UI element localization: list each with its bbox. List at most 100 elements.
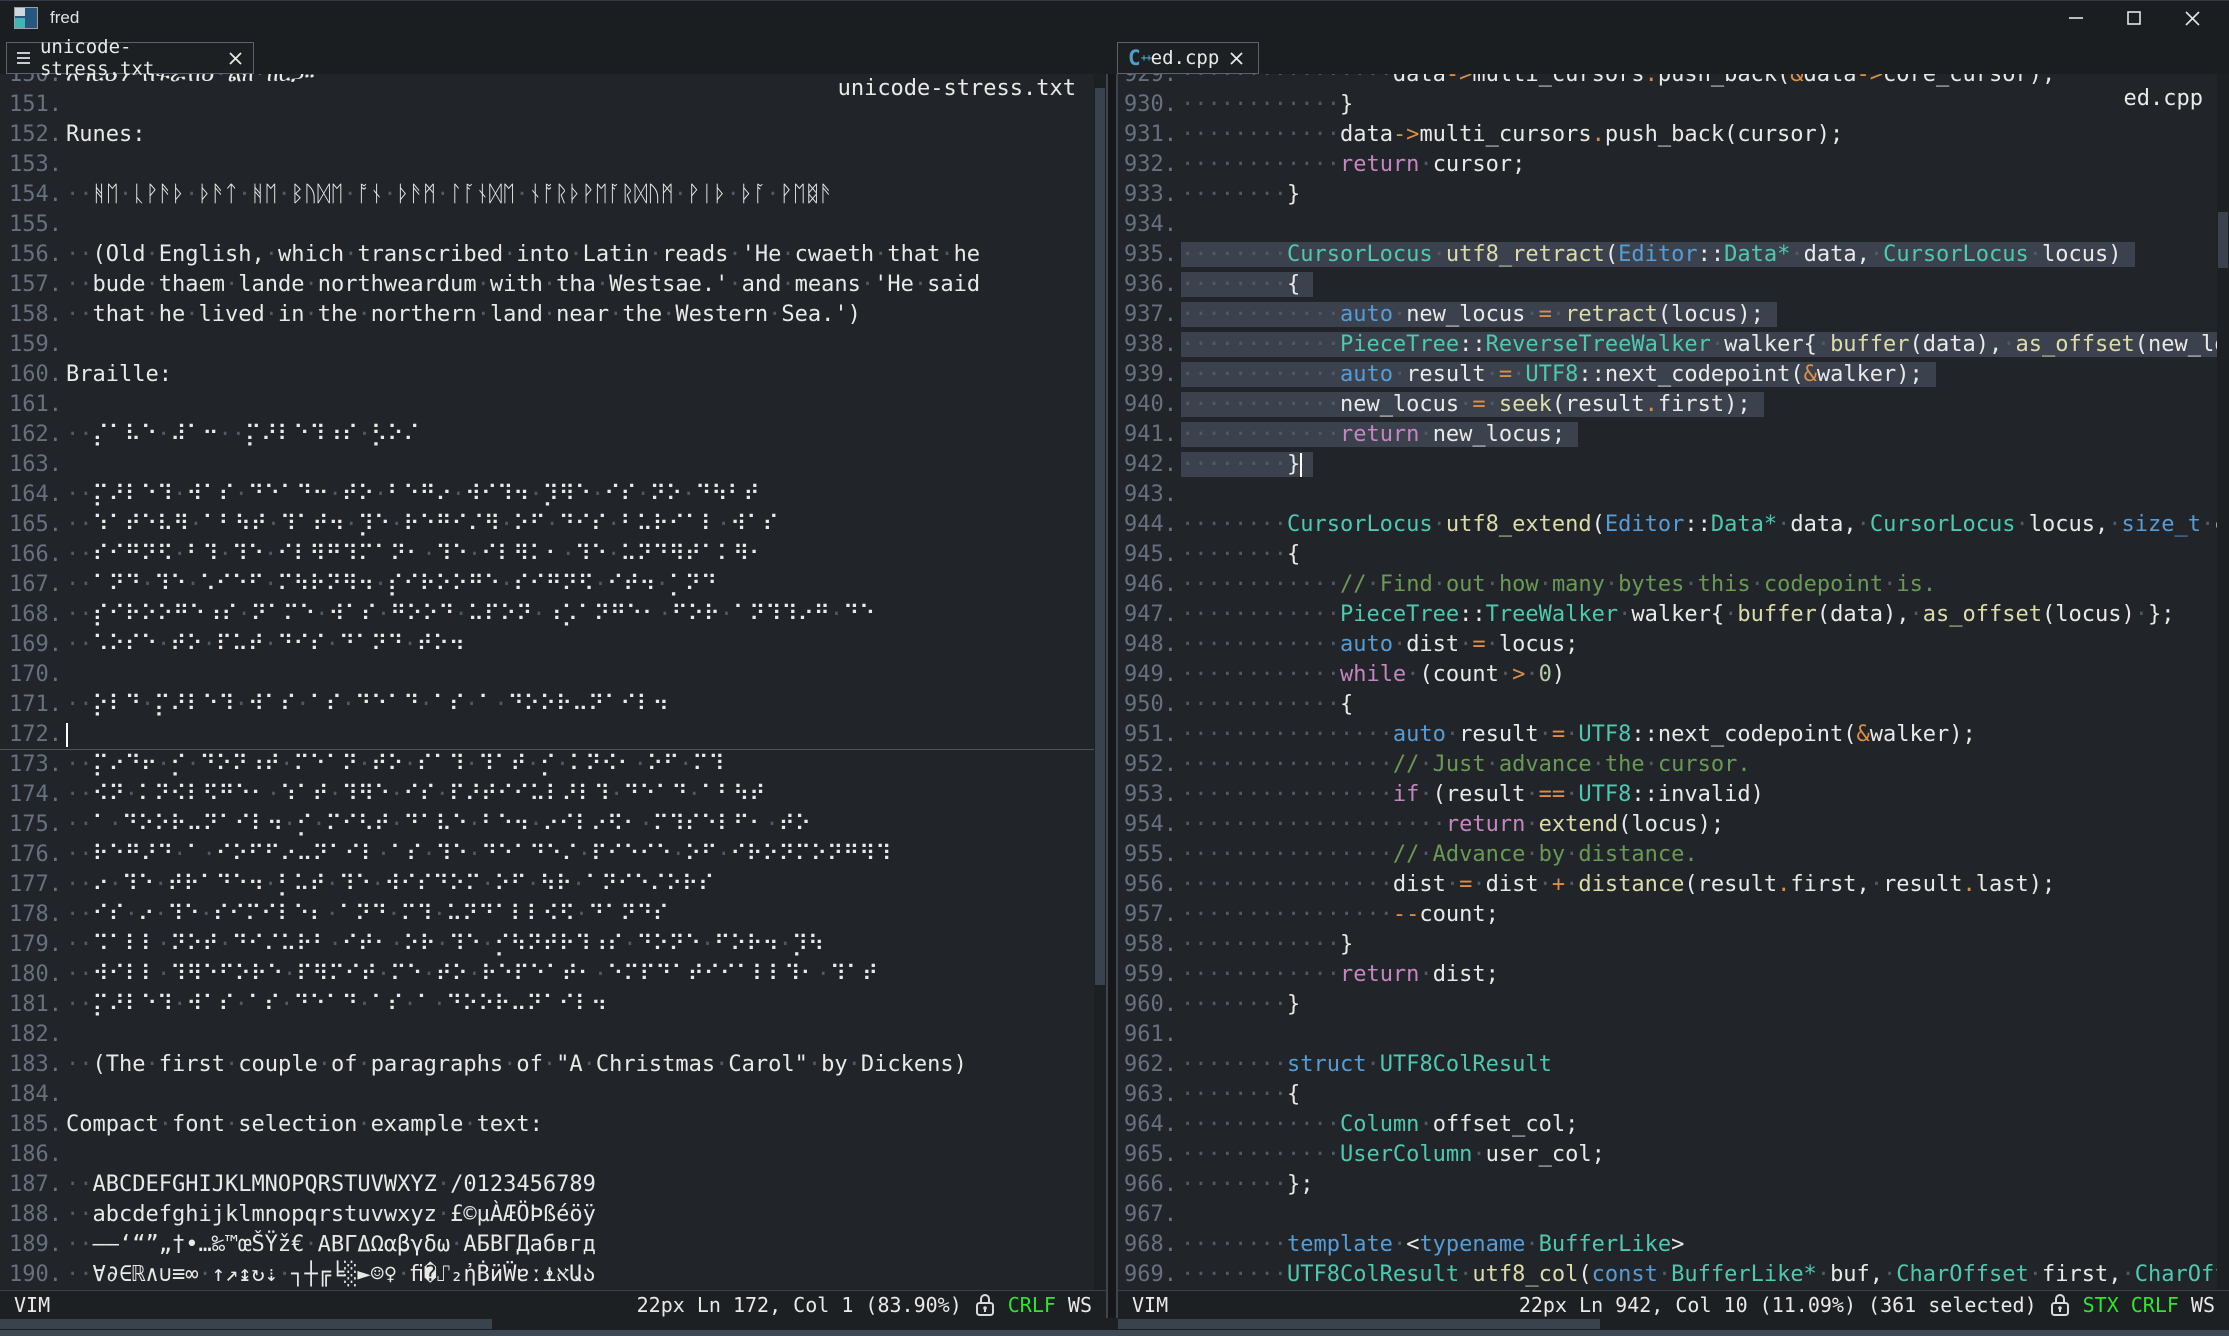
code-line[interactable]: 952.················//·Just·advance·the·… [1118,750,2217,780]
code-line[interactable]: 958.············} [1118,930,2217,960]
code-line[interactable]: 945.········{ [1118,540,2217,570]
code-line[interactable]: 182. [0,1020,1094,1050]
code-line[interactable]: 164.··⡍⠜⠇⠑⠹·⠺⠁⠎·⠙⠑⠁⠙⠒·⠞⠕·⠃⠑⠛⠔·⠺⠊⠹⠲·⡹⠻⠑·⠊… [0,480,1094,510]
code-line[interactable]: 964.············Column·offset_col; [1118,1110,2217,1140]
code-line[interactable]: 948.············auto·dist·=·locus; [1118,630,2217,660]
code-line[interactable]: 930.············} [1118,90,2217,120]
code-line[interactable]: 167.··⠁⠝⠙·⠹⠑·⠡⠊⠑⠋·⠍⠳⠗⠝⠻⠲·⡎⠊⠗⠕⠕⠛⠑·⠎⠊⠛⠝⠫·⠊… [0,570,1094,600]
code-line[interactable]: 172. [0,720,1094,750]
code-line[interactable]: 190.··∀∂∈ℝ∧∪≡∞·↑↗↨↻⇣·┐┼╔╘░►☺♀·ﬁ�⑀₂ἠḂӥẄɐː… [0,1260,1094,1290]
code-line[interactable]: 947.············PieceTree::TreeWalker·wa… [1118,600,2217,630]
code-line[interactable]: 174.··⠪⠝·⠅⠝⠪⠇⠫⠛⠑⠂·⠱⠁⠞·⠹⠻⠑·⠊⠎·⠏⠜⠞⠊⠊⠥⠇⠜⠇⠹·… [0,780,1094,810]
code-line[interactable]: 941.············return·new_locus; [1118,420,2217,450]
right-vertical-scrollbar[interactable] [2217,74,2229,1290]
code-line[interactable]: 176.··⠗⠑⠛⠜⠙·⠁·⠊⠕⠋⠋⠔⠤⠝⠁⠊⠇·⠁⠎·⠹⠑·⠙⠑⠁⠙⠑⠌·⠏⠊… [0,840,1094,870]
code-line[interactable]: 163. [0,450,1094,480]
left-vertical-scrollbar[interactable] [1094,74,1106,1290]
code-line[interactable]: 183.··(The·first·couple·of·paragraphs·of… [0,1050,1094,1080]
code-line[interactable]: 152.Runes: [0,120,1094,150]
code-line[interactable]: 170. [0,660,1094,690]
right-horizontal-scrollbar[interactable] [1118,1318,2229,1330]
code-line[interactable]: 944.········CursorLocus·utf8_extend(Edit… [1118,510,2217,540]
code-line[interactable]: 188.··abcdefghijklmnopqrstuvwxyz·£©µÀÆÖÞ… [0,1200,1094,1230]
code-line[interactable]: 175.··⠁·⠙⠕⠕⠗⠤⠝⠁⠊⠇⠲·⡊·⠍⠊⠣⠞·⠙⠁⠧⠑·⠃⠑⠲·⠔⠊⠇⠔⠫… [0,810,1094,840]
left-horizontal-scrollbar-thumb[interactable] [0,1319,492,1329]
code-line[interactable]: 160.Braille: [0,360,1094,390]
code-line[interactable]: 161. [0,390,1094,420]
code-line[interactable]: 159. [0,330,1094,360]
code-line[interactable]: 939.············auto·result·=·UTF8::next… [1118,360,2217,390]
tab-close-button[interactable] [228,51,243,66]
code-line[interactable]: 177.··⠔·⠹⠑·⠞⠗⠁⠙⠑⠲·⡃⠥⠞·⠹⠑·⠺⠊⠎⠙⠕⠍·⠕⠋·⠳⠗·⠁⠝… [0,870,1094,900]
line-number: 931. [1124,120,1177,150]
tab-close-button[interactable] [1229,51,1244,66]
code-line[interactable]: 954.····················return·extend(lo… [1118,810,2217,840]
code-line[interactable]: 157.··bude·thaem·lande·northweardum·with… [0,270,1094,300]
code-line[interactable]: 955.················//·Advance·by·distan… [1118,840,2217,870]
right-horizontal-scrollbar-thumb[interactable] [1118,1319,1600,1329]
code-line[interactable]: 165.··⠱⠁⠞⠑⠧⠻·⠁⠃⠳⠞·⠹⠁⠞⠲·⡹⠑·⠗⠑⠛⠊⠌⠻·⠕⠋·⠙⠊⠎·… [0,510,1094,540]
code-line[interactable]: 953.················if·(result·==·UTF8::… [1118,780,2217,810]
code-line[interactable]: 166.··⠎⠊⠛⠝⠫·⠃⠹·⠹⠑·⠊⠇⠻⠛⠹⠍⠁⠝⠂·⠹⠑·⠊⠇⠻⠅⠂·⠹⠑·… [0,540,1094,570]
left-horizontal-scrollbar[interactable] [0,1318,1106,1330]
code-line[interactable]: 957.················--count; [1118,900,2217,930]
code-line[interactable]: 962.········struct·UTF8ColResult [1118,1050,2217,1080]
code-line[interactable]: 942.········} [1118,450,2217,480]
code-line[interactable]: 178.··⠊⠎·⠔·⠹⠑·⠎⠊⠍⠊⠇⠑⠆·⠁⠝⠙·⠍⠹·⠥⠝⠙⠁⠇⠇⠪⠫·⠙⠁… [0,900,1094,930]
code-line[interactable]: 931.············data->multi_cursors.push… [1118,120,2217,150]
code-line[interactable]: 936.········{ [1118,270,2217,300]
tab-ed-cpp[interactable]: C++ ed.cpp [1117,42,1259,74]
pane-splitter[interactable] [1106,74,1118,1318]
code-line[interactable]: 934. [1118,210,2217,240]
minimize-button[interactable] [2047,1,2105,35]
close-button[interactable] [2163,1,2221,35]
code-line[interactable]: 965.············UserColumn·user_col; [1118,1140,2217,1170]
code-line[interactable]: 181.··⡍⠜⠇⠑⠹·⠺⠁⠎·⠁⠎·⠙⠑⠁⠙·⠁⠎·⠁·⠙⠕⠕⠗⠤⠝⠁⠊⠇⠲ [0,990,1094,1020]
code-line[interactable]: 162.··⡌⠁⠧⠑·⠼⠁⠒··⡍⠜⠇⠑⠹⠰⠎·⡣⠕⠌ [0,420,1094,450]
code-line[interactable]: 960.········} [1118,990,2217,1020]
code-line[interactable]: 967. [1118,1200,2217,1230]
code-line[interactable]: 937.············auto·new_locus·=·retract… [1118,300,2217,330]
code-line[interactable]: 951.················auto·result·=·UTF8::… [1118,720,2217,750]
code-line[interactable]: 173.··⡍⠔⠙⠖·⡊·⠙⠕⠝⠰⠞·⠍⠑⠁⠝·⠞⠕·⠎⠁⠹·⠹⠁⠞·⡊·⠅⠝⠪… [0,750,1094,780]
code-line[interactable]: 940.············new_locus·=·seek(result.… [1118,390,2217,420]
right-editor-pane[interactable]: 929.················data->multi_cursors.… [1118,74,2217,1290]
tab-unicode-stress[interactable]: unicode-stress.txt [6,42,254,74]
code-line[interactable]: 187.··ABCDEFGHIJKLMNOPQRSTUVWXYZ·/012345… [0,1170,1094,1200]
code-line[interactable]: 966.········}; [1118,1170,2217,1200]
code-line[interactable]: 968.········template·<typename·BufferLik… [1118,1230,2217,1260]
left-pane-lines: 150.እግርህን·በፍራሽህ·ልክ·ዘርጋ።151.152.Runes:153… [0,74,1094,1290]
code-line[interactable]: 933.········} [1118,180,2217,210]
code-line[interactable]: 184. [0,1080,1094,1110]
code-line[interactable]: 969.········UTF8ColResult·utf8_col(const… [1118,1260,2217,1290]
code-line[interactable]: 959.············return·dist; [1118,960,2217,990]
code-line[interactable]: 956.················dist·=·dist·+·distan… [1118,870,2217,900]
code-line[interactable]: 950.············{ [1118,690,2217,720]
left-vertical-scrollbar-thumb[interactable] [1095,88,1105,985]
maximize-button[interactable] [2105,1,2163,35]
code-line[interactable]: 155. [0,210,1094,240]
code-line[interactable]: 946.············//·Find·out·how·many·byt… [1118,570,2217,600]
code-line[interactable]: 189.··–—‘“”„†•…‰™œŠŸž€·ΑΒΓΔΩαβγδω·АБВГДа… [0,1230,1094,1260]
code-line[interactable]: 185.Compact·font·selection·example·text: [0,1110,1094,1140]
code-line[interactable]: 943. [1118,480,2217,510]
code-line[interactable]: 935.········CursorLocus·utf8_retract(Edi… [1118,240,2217,270]
code-line[interactable]: 179.··⠩⠁⠇⠇·⠝⠕⠞·⠙⠊⠌⠥⠗⠃·⠊⠞⠂·⠕⠗·⠹⠑·⡊⠳⠝⠞⠗⠹⠰⠎… [0,930,1094,960]
code-line[interactable]: 156.··(Old·English,·which·transcribed·in… [0,240,1094,270]
code-line[interactable]: 180.··⠺⠊⠇⠇·⠹⠻⠑⠋⠕⠗⠑·⠏⠻⠍⠊⠞·⠍⠑·⠞⠕·⠗⠑⠏⠑⠁⠞⠂·⠑… [0,960,1094,990]
code-line[interactable]: 158.··that·he·lived·in·the·northern·land… [0,300,1094,330]
code-line[interactable]: 154.··ᚻᛖ·ᚳᚹᚫᚦ·ᚦᚫᛏ·ᚻᛖ·ᛒᚢᛞᛖ·ᚩᚾ·ᚦᚫᛗ·ᛚᚪᚾᛞᛖ·ᚾ… [0,180,1094,210]
code-line[interactable]: 168.··⡎⠊⠗⠕⠕⠛⠑⠰⠎·⠝⠁⠍⠑·⠺⠁⠎·⠛⠕⠕⠙·⠥⠏⠕⠝·⠰⡡⠁⠝⠛… [0,600,1094,630]
code-line[interactable]: 153. [0,150,1094,180]
code-line[interactable]: 961. [1118,1020,2217,1050]
code-line[interactable]: 186. [0,1140,1094,1170]
code-line[interactable]: 938.············PieceTree::ReverseTreeWa… [1118,330,2217,360]
code-line[interactable]: 949.············while·(count·>·0) [1118,660,2217,690]
right-vertical-scrollbar-thumb[interactable] [2218,212,2228,268]
code-line[interactable]: 169.··⠡⠕⠎⠑·⠞⠕·⠏⠥⠞·⠙⠊⠎·⠙⠁⠝⠙·⠞⠕⠲ [0,630,1094,660]
code-line[interactable]: 929.················data->multi_cursors.… [1118,74,2217,90]
code-line[interactable]: 932.············return·cursor; [1118,150,2217,180]
code-line[interactable]: 963.········{ [1118,1080,2217,1110]
left-editor-pane[interactable]: 150.እግርህን·በፍራሽህ·ልክ·ዘርጋ።151.152.Runes:153… [0,74,1094,1290]
code-line[interactable]: 171.··⡕⠇⠙·⡍⠜⠇⠑⠹·⠺⠁⠎·⠁⠎·⠙⠑⠁⠙·⠁⠎·⠁·⠙⠕⠕⠗⠤⠝⠁… [0,690,1094,720]
